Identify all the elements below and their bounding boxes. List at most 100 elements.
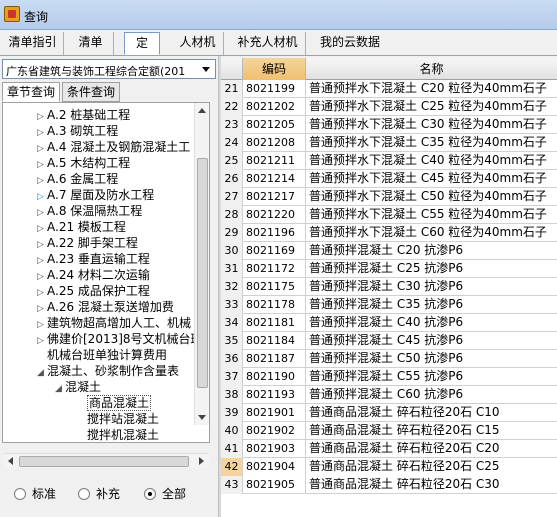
tree-item[interactable]: ▷ A.22 脚手架工程 (37, 235, 138, 251)
cell-name[interactable]: 普通预拌水下混凝土 C35 粒径为40mm石子 (306, 134, 557, 152)
table-row[interactable]: 34 8021181 普通预拌混凝土 C40 抗渗P6 (221, 314, 557, 332)
radio-standard[interactable]: 标准 (14, 485, 56, 502)
cell-code[interactable]: 8021199 (243, 80, 306, 98)
cell-code[interactable]: 8021178 (243, 296, 306, 314)
cell-code[interactable]: 8021217 (243, 188, 306, 206)
tab-chapter-search[interactable]: 章节查询 (2, 82, 60, 102)
column-header-name[interactable]: 名称 (306, 58, 557, 80)
table-row[interactable]: 33 8021178 普通预拌混凝土 C35 抗渗P6 (221, 296, 557, 314)
cell-name[interactable]: 普通预拌混凝土 C30 抗渗P6 (306, 278, 557, 296)
cell-code[interactable]: 8021214 (243, 170, 306, 188)
cell-code[interactable]: 8021175 (243, 278, 306, 296)
column-header-code[interactable]: 编码 (243, 58, 306, 80)
tab-dinge[interactable]: 定额 (124, 32, 160, 71)
table-row[interactable]: 36 8021187 普通预拌混凝土 C50 抗渗P6 (221, 350, 557, 368)
chevron-down-icon[interactable] (198, 61, 214, 77)
collapse-arrow-icon[interactable]: ◢ (37, 365, 47, 381)
cell-name[interactable]: 普通预拌水下混凝土 C20 粒径为40mm石子 (306, 80, 557, 98)
collapse-arrow-icon[interactable]: ◢ (55, 381, 65, 397)
cell-name[interactable]: 普通商品混凝土 碎石粒径20石 C15 (306, 422, 557, 440)
radio-dot[interactable] (78, 488, 90, 500)
tree-item[interactable]: 搅拌机混凝土 (77, 427, 159, 442)
tree-item[interactable]: ▷ 佛建价[2013]8号文机械台班 (37, 331, 203, 347)
table-row[interactable]: 29 8021196 普通预拌水下混凝土 C60 粒径为40mm石子 (221, 224, 557, 242)
tree-item[interactable]: ▷ A.2 桩基础工程 (37, 107, 130, 123)
table-row[interactable]: 28 8021220 普通预拌水下混凝土 C55 粒径为40mm石子 (221, 206, 557, 224)
scroll-thumb[interactable] (197, 158, 208, 388)
table-row[interactable]: 37 8021190 普通预拌混凝土 C55 抗渗P6 (221, 368, 557, 386)
tree-item[interactable]: ▷ A.5 木结构工程 (37, 155, 130, 171)
tree-item[interactable]: ▷ A.7 屋面及防水工程 (37, 187, 154, 203)
cell-name[interactable]: 普通预拌混凝土 C25 抗渗P6 (306, 260, 557, 278)
table-row[interactable]: 24 8021208 普通预拌水下混凝土 C35 粒径为40mm石子 (221, 134, 557, 152)
tree-item[interactable]: ▷ A.24 材料二次运输 (37, 267, 150, 283)
scroll-down-icon[interactable] (195, 410, 210, 425)
table-row[interactable]: 39 8021901 普通商品混凝土 碎石粒径20石 C10 (221, 404, 557, 422)
tree-item[interactable]: 机械台班单独计算费用 (37, 347, 167, 363)
radio-dot[interactable] (144, 488, 156, 500)
cell-name[interactable]: 普通商品混凝土 碎石粒径20石 C25 (306, 458, 557, 476)
scroll-thumb[interactable] (19, 456, 189, 467)
scroll-right-icon[interactable] (194, 454, 209, 469)
scroll-left-icon[interactable] (3, 454, 18, 469)
cell-code[interactable]: 8021169 (243, 242, 306, 260)
cell-code[interactable]: 8021902 (243, 422, 306, 440)
tree-item[interactable]: ▷ A.21 模板工程 (37, 219, 126, 235)
radio-dot[interactable] (14, 488, 26, 500)
tree-item-selected[interactable]: 商品混凝土 (77, 395, 152, 411)
cell-code[interactable]: 8021903 (243, 440, 306, 458)
tab-my-cloud-data[interactable]: 我的云数据 (312, 32, 388, 55)
cell-name[interactable]: 普通预拌水下混凝土 C30 粒径为40mm石子 (306, 116, 557, 134)
tree-item[interactable]: ▷ 建筑物超高增加人工、机械 (37, 315, 191, 331)
cell-name[interactable]: 普通预拌水下混凝土 C60 粒径为40mm石子 (306, 224, 557, 242)
table-row[interactable]: 41 8021903 普通商品混凝土 碎石粒径20石 C20 (221, 440, 557, 458)
cell-code[interactable]: 8021184 (243, 332, 306, 350)
tree-item[interactable]: ◢ 混凝土 (55, 379, 101, 395)
cell-code[interactable]: 8021205 (243, 116, 306, 134)
cell-name[interactable]: 普通预拌混凝土 C50 抗渗P6 (306, 350, 557, 368)
cell-name[interactable]: 普通预拌水下混凝土 C40 粒径为40mm石子 (306, 152, 557, 170)
cell-name[interactable]: 普通商品混凝土 碎石粒径20石 C10 (306, 404, 557, 422)
radio-all[interactable]: 全部 (144, 485, 186, 502)
cell-name[interactable]: 普通预拌水下混凝土 C45 粒径为40mm石子 (306, 170, 557, 188)
tree-item[interactable]: 搅拌站混凝土 (77, 411, 159, 427)
cell-code[interactable]: 8021187 (243, 350, 306, 368)
tree-item[interactable]: ◢ 混凝土、砂浆制作含量表 (37, 363, 179, 379)
tree-item[interactable]: ▷ A.8 保温隔热工程 (37, 203, 142, 219)
cell-name[interactable]: 普通预拌混凝土 C60 抗渗P6 (306, 386, 557, 404)
cell-code[interactable]: 8021208 (243, 134, 306, 152)
table-row[interactable]: 23 8021205 普通预拌水下混凝土 C30 粒径为40mm石子 (221, 116, 557, 134)
table-row[interactable]: 31 8021172 普通预拌混凝土 C25 抗渗P6 (221, 260, 557, 278)
cell-code[interactable]: 8021190 (243, 368, 306, 386)
table-row[interactable]: 38 8021193 普通预拌混凝土 C60 抗渗P6 (221, 386, 557, 404)
cell-code[interactable]: 8021196 (243, 224, 306, 242)
tab-qingdan-zhiyin[interactable]: 清单指引 (2, 32, 64, 55)
cell-code[interactable]: 8021901 (243, 404, 306, 422)
tab-buchong-rencaiji[interactable]: 补充人材机 (230, 32, 306, 55)
tree-horizontal-scrollbar[interactable] (3, 453, 209, 468)
radio-supplement[interactable]: 补充 (78, 485, 120, 502)
cell-name[interactable]: 普通预拌混凝土 C55 抗渗P6 (306, 368, 557, 386)
table-row[interactable]: 21 8021199 普通预拌水下混凝土 C20 粒径为40mm石子 (221, 80, 557, 98)
cell-name[interactable]: 普通预拌水下混凝土 C25 粒径为40mm石子 (306, 98, 557, 116)
table-row[interactable]: 40 8021902 普通商品混凝土 碎石粒径20石 C15 (221, 422, 557, 440)
table-row[interactable]: 30 8021169 普通预拌混凝土 C20 抗渗P6 (221, 242, 557, 260)
tree-item[interactable]: ▷ A.6 金属工程 (37, 171, 118, 187)
scroll-up-icon[interactable] (195, 103, 210, 118)
quota-library-select[interactable]: 广东省建筑与装饰工程综合定额(201 (2, 59, 216, 79)
table-row[interactable]: 32 8021175 普通预拌混凝土 C30 抗渗P6 (221, 278, 557, 296)
tree-item[interactable]: ▷ A.25 成品保护工程 (37, 283, 150, 299)
cell-code[interactable]: 8021172 (243, 260, 306, 278)
tree-item[interactable]: ▷ A.4 混凝土及钢筋混凝土工 (37, 139, 190, 155)
tree-item[interactable]: ▷ A.23 垂直运输工程 (37, 251, 150, 267)
cell-name[interactable]: 普通商品混凝土 碎石粒径20石 C20 (306, 440, 557, 458)
tree-vertical-scrollbar[interactable] (194, 103, 209, 425)
cell-name[interactable]: 普通预拌水下混凝土 C55 粒径为40mm石子 (306, 206, 557, 224)
table-row[interactable]: 26 8021214 普通预拌水下混凝土 C45 粒径为40mm石子 (221, 170, 557, 188)
tab-rencaiji[interactable]: 人材机 (172, 32, 224, 55)
cell-name[interactable]: 普通商品混凝土 碎石粒径20石 C30 (306, 476, 557, 494)
cell-code[interactable]: 8021202 (243, 98, 306, 116)
tab-qingdan[interactable]: 清单 (68, 32, 114, 55)
cell-name[interactable]: 普通预拌混凝土 C35 抗渗P6 (306, 296, 557, 314)
cell-name[interactable]: 普通预拌混凝土 C40 抗渗P6 (306, 314, 557, 332)
